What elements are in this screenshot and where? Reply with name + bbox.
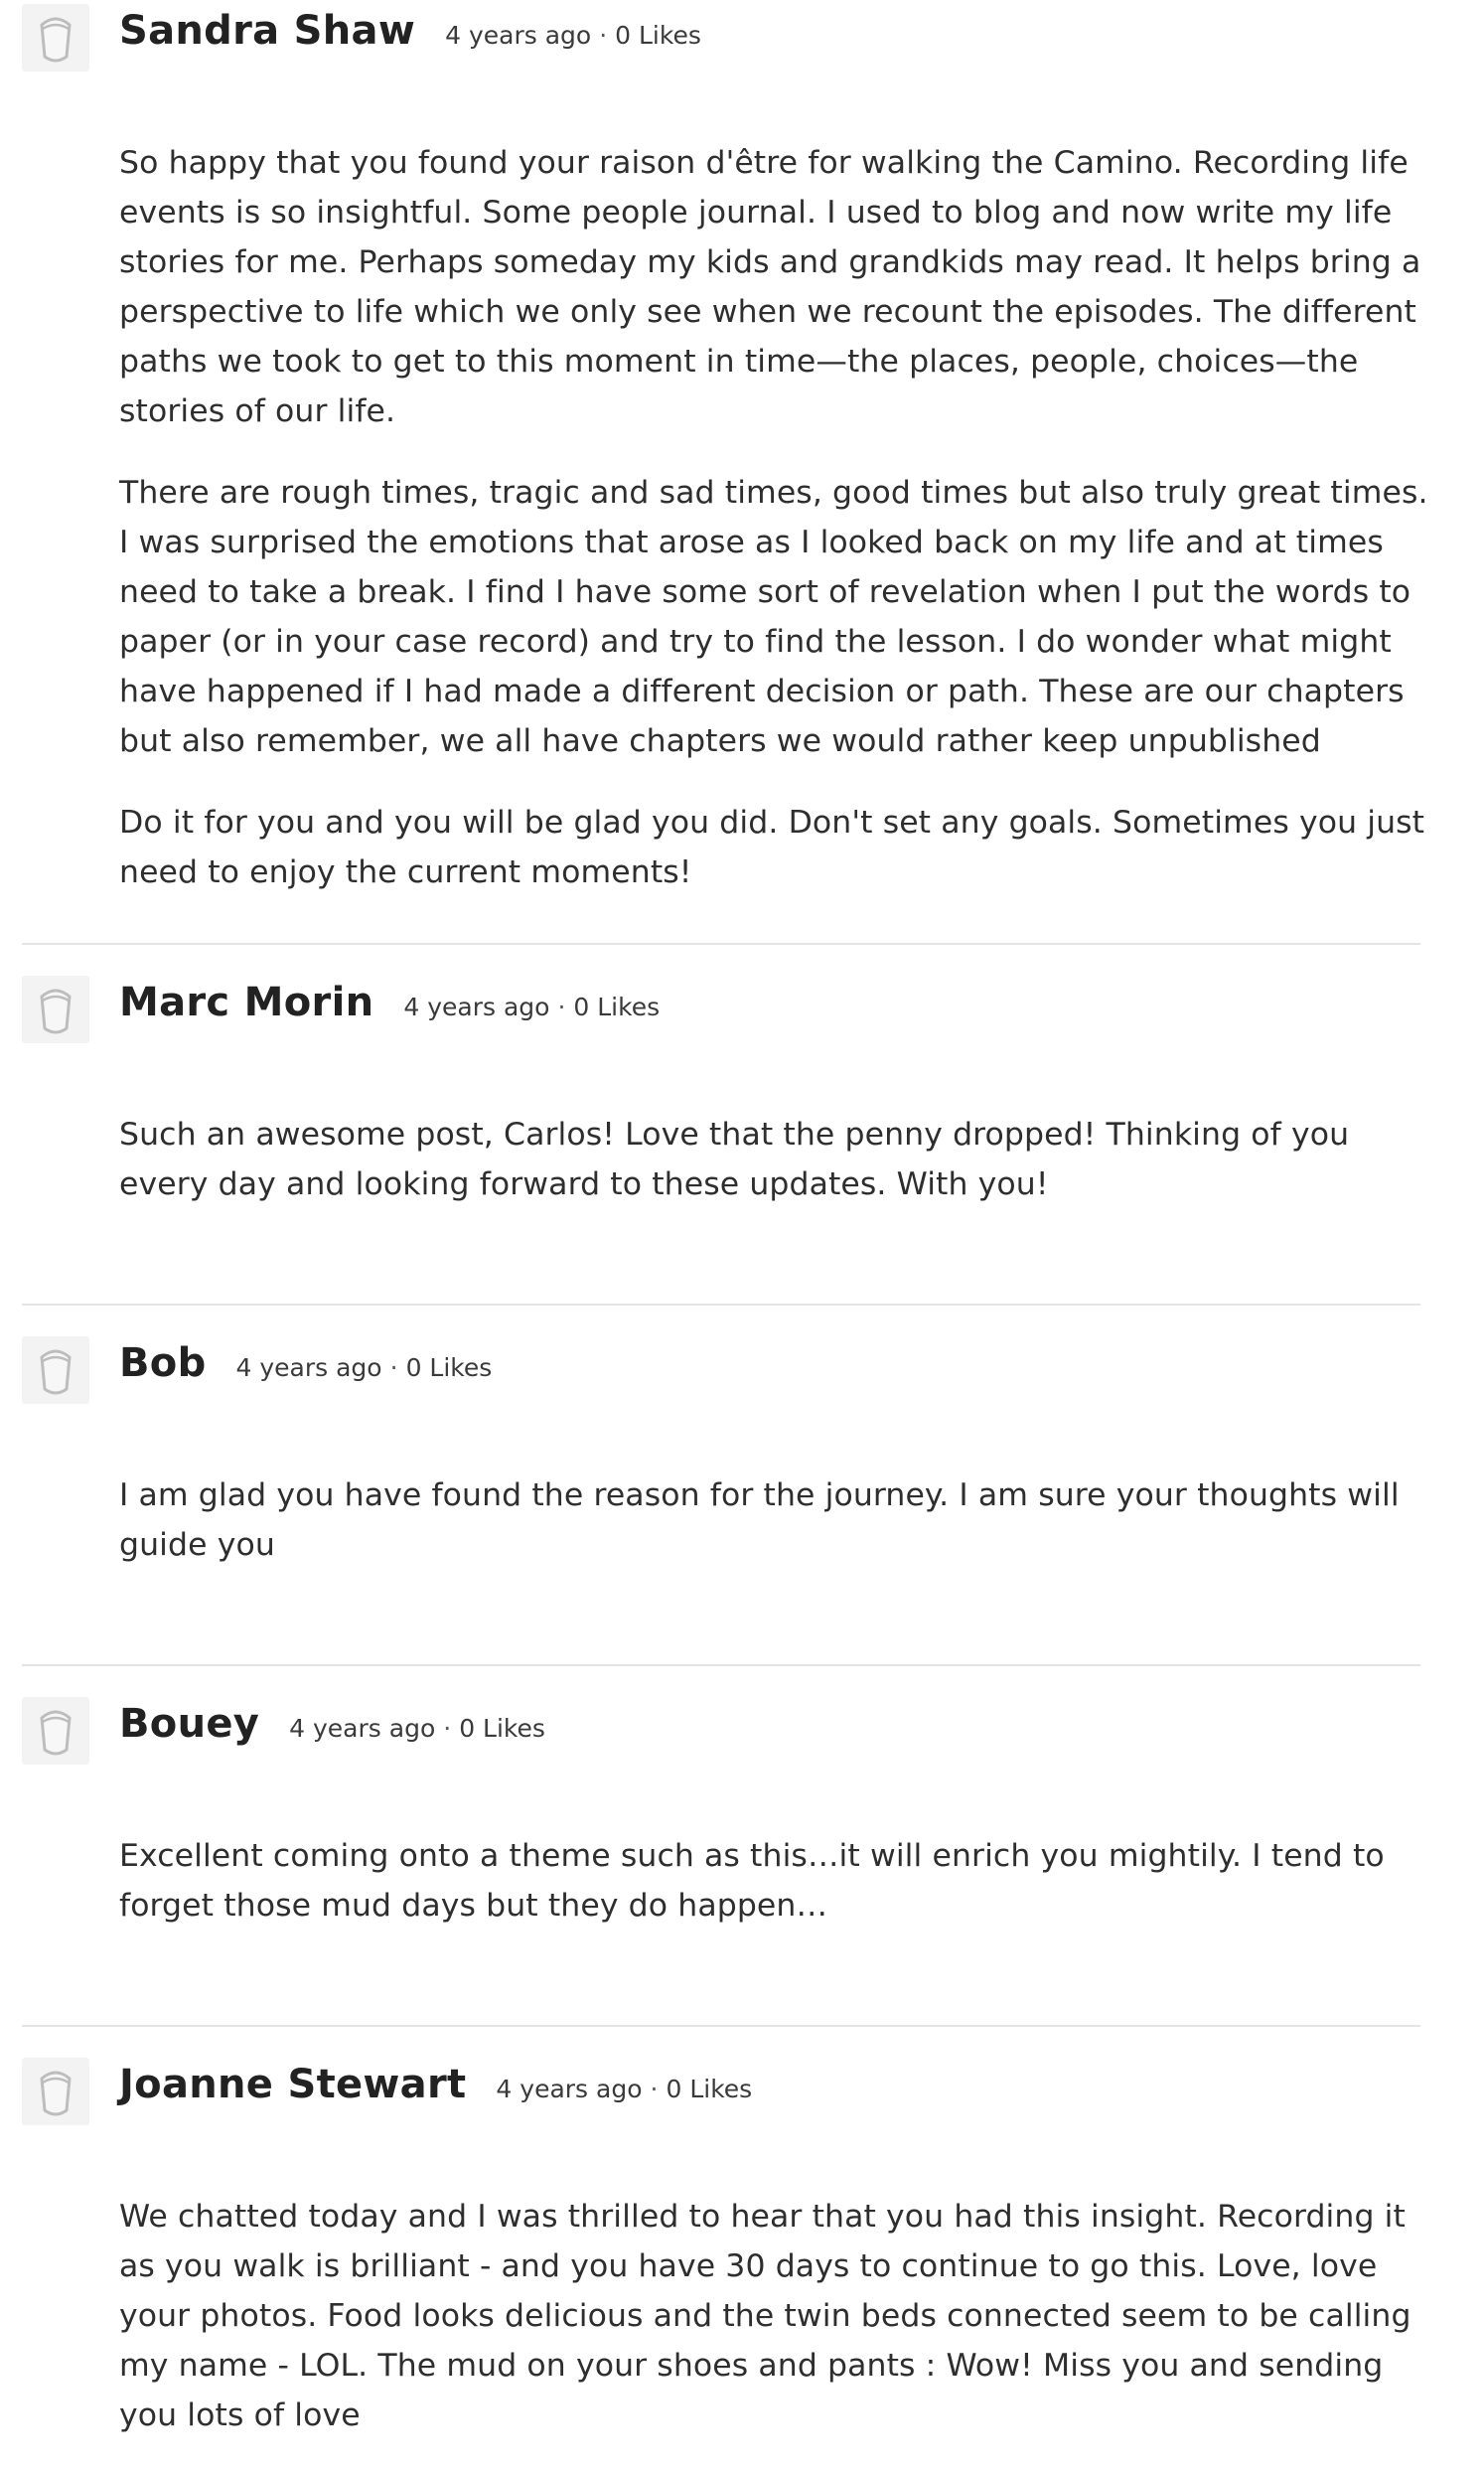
comment-header: Bouey 4 years ago · 0 Likes	[119, 1701, 545, 1747]
comment-time[interactable]: 4 years ago	[403, 993, 549, 1021]
avatar[interactable]	[22, 1697, 89, 1765]
comment-likes[interactable]: 0 Likes	[615, 21, 701, 50]
comment-paragraph: Excellent coming onto a theme such as th…	[119, 1838, 1385, 1924]
comment-likes[interactable]: 0 Likes	[406, 1353, 493, 1382]
comment-header: Sandra Shaw 4 years ago · 0 Likes	[119, 8, 701, 54]
comment-body: Such an awesome post, Carlos! Love that …	[119, 1110, 1428, 1241]
comment-paragraph: I am glad you have found the reason for …	[119, 1477, 1400, 1563]
comment-paragraph: Such an awesome post, Carlos! Love that …	[119, 1117, 1350, 1202]
comment-paragraph: Do it for you and you will be glad you d…	[119, 805, 1425, 890]
comment-time[interactable]: 4 years ago	[236, 1353, 382, 1382]
meta-separator: ·	[443, 1714, 452, 1743]
comment-body: Excellent coming onto a theme such as th…	[119, 1831, 1428, 1962]
meta-separator: ·	[557, 993, 566, 1021]
comment-body: I am glad you have found the reason for …	[119, 1470, 1428, 1602]
comment-header: Marc Morin 4 years ago · 0 Likes	[119, 980, 660, 1025]
comment-time[interactable]: 4 years ago	[289, 1714, 435, 1743]
comment-author[interactable]: Bob	[119, 1340, 207, 1386]
comment-meta: 4 years ago · 0 Likes	[236, 1353, 493, 1382]
user-placeholder-icon	[40, 17, 72, 63]
avatar[interactable]	[22, 2058, 89, 2125]
comment-body: We chatted today and I was thrilled to h…	[119, 2192, 1428, 2472]
comment-author[interactable]: Joanne Stewart	[119, 2062, 466, 2107]
comment-meta: 4 years ago · 0 Likes	[403, 993, 660, 1021]
user-placeholder-icon	[40, 1710, 72, 1756]
comment-time[interactable]: 4 years ago	[496, 2075, 642, 2103]
meta-separator: ·	[599, 21, 608, 50]
comment-paragraph: There are rough times, tragic and sad ti…	[119, 475, 1428, 759]
comment-divider	[22, 943, 1420, 945]
comment-meta: 4 years ago · 0 Likes	[289, 1714, 545, 1743]
comment-author[interactable]: Sandra Shaw	[119, 8, 415, 54]
comment-meta: 4 years ago · 0 Likes	[496, 2075, 752, 2103]
comment-header: Bob 4 years ago · 0 Likes	[119, 1340, 492, 1386]
comment-paragraph: We chatted today and I was thrilled to h…	[119, 2199, 1411, 2433]
comment-likes[interactable]: 0 Likes	[666, 2075, 752, 2103]
avatar[interactable]	[22, 1336, 89, 1404]
avatar[interactable]	[22, 4, 89, 72]
comment-divider	[22, 1304, 1420, 1306]
avatar[interactable]	[22, 976, 89, 1043]
comment-meta: 4 years ago · 0 Likes	[445, 21, 701, 50]
user-placeholder-icon	[40, 1349, 72, 1395]
user-placeholder-icon	[40, 2071, 72, 2116]
comment-body: So happy that you found your raison d'êt…	[119, 138, 1428, 929]
comment-divider	[22, 1664, 1420, 1666]
comment-divider	[22, 2025, 1420, 2027]
user-placeholder-icon	[40, 989, 72, 1034]
comment-time[interactable]: 4 years ago	[445, 21, 591, 50]
comment-author[interactable]: Marc Morin	[119, 980, 373, 1025]
meta-separator: ·	[650, 2075, 659, 2103]
comment-author[interactable]: Bouey	[119, 1701, 259, 1747]
comment-header: Joanne Stewart 4 years ago · 0 Likes	[119, 2062, 752, 2107]
meta-separator: ·	[389, 1353, 398, 1382]
comment-paragraph: So happy that you found your raison d'êt…	[119, 145, 1421, 429]
comment-likes[interactable]: 0 Likes	[459, 1714, 545, 1743]
comment-likes[interactable]: 0 Likes	[573, 993, 660, 1021]
